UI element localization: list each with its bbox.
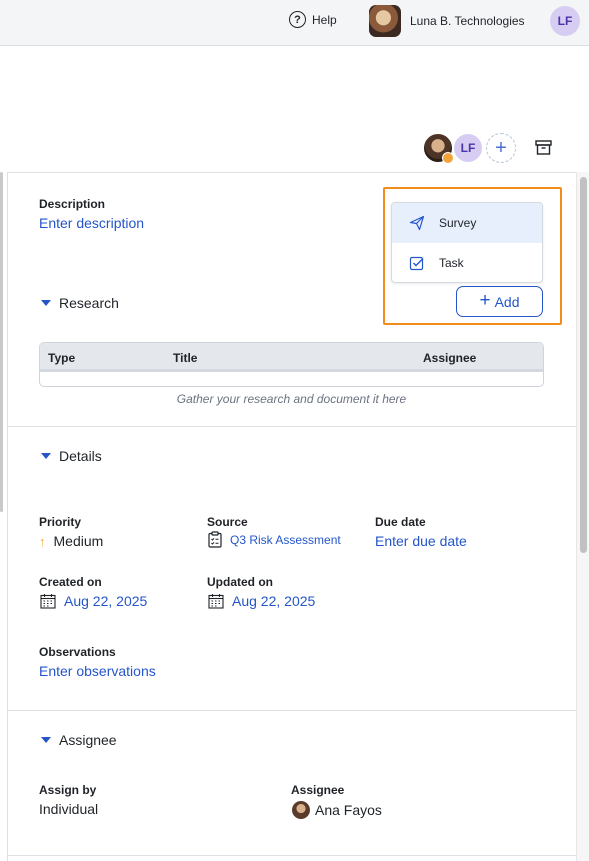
due-date-input[interactable]: Enter due date — [375, 533, 467, 549]
created-on-label: Created on — [39, 575, 102, 589]
add-item-menu: Survey Task — [391, 202, 543, 283]
observations-label: Observations — [39, 645, 116, 659]
left-gutter — [0, 172, 7, 861]
archive-icon[interactable] — [535, 140, 552, 155]
arrow-up-icon: ↑ — [39, 533, 46, 549]
help-icon: ? — [289, 11, 306, 28]
research-table: Type Title Assignee — [39, 342, 544, 387]
priority-value: Medium — [53, 533, 104, 549]
updated-on-label: Updated on — [207, 575, 273, 589]
description-input[interactable]: Enter description — [39, 215, 144, 231]
org-switcher[interactable]: Luna B. Technologies — [369, 5, 525, 37]
paper-plane-icon — [409, 215, 425, 231]
details-section-toggle[interactable]: Details — [41, 448, 102, 464]
table-header: Type Title Assignee — [40, 343, 543, 372]
collaborator-avatar[interactable] — [422, 132, 454, 164]
column-header-type[interactable]: Type — [48, 351, 75, 365]
priority-select[interactable]: ↑ Medium — [39, 533, 103, 549]
add-button[interactable]: + Add — [456, 286, 543, 317]
section-divider — [7, 855, 576, 856]
updated-on-value: Aug 22, 2025 — [232, 593, 316, 609]
assignee-section-toggle[interactable]: Assignee — [41, 732, 117, 748]
clipboard-icon — [208, 531, 222, 548]
assign-by-select[interactable]: Individual — [39, 801, 98, 817]
research-empty-state: Gather your research and document it her… — [176, 392, 407, 406]
left-scroll-edge — [0, 172, 3, 512]
source-label: Source — [207, 515, 248, 529]
assignee-select[interactable]: Ana Fayos — [292, 801, 382, 819]
add-collaborator-button[interactable]: + — [486, 133, 516, 163]
calendar-icon — [208, 594, 224, 609]
assign-by-value: Individual — [39, 801, 99, 817]
menu-item-label: Survey — [439, 216, 477, 230]
assignee-label: Assignee — [291, 783, 345, 797]
checkbox-icon — [409, 256, 424, 271]
created-on-value: Aug 22, 2025 — [64, 593, 148, 609]
add-button-label: Add — [494, 293, 520, 310]
details-title: Details — [59, 448, 102, 464]
research-title: Research — [59, 295, 119, 311]
user-avatar[interactable]: LF — [550, 6, 580, 36]
assignee-title: Assignee — [59, 732, 117, 748]
chevron-down-icon — [41, 300, 51, 306]
plus-icon: + — [479, 290, 491, 311]
scrollbar[interactable] — [576, 172, 589, 861]
updated-on-date[interactable]: Aug 22, 2025 — [208, 593, 315, 609]
section-divider — [7, 426, 576, 427]
assign-by-label: Assign by — [39, 783, 97, 797]
top-bar: ? Help Luna B. Technologies LF — [0, 0, 589, 46]
owner-badge-icon — [442, 152, 454, 164]
column-header-assignee[interactable]: Assignee — [423, 351, 476, 365]
menu-item-label: Task — [439, 256, 464, 270]
description-label: Description — [39, 197, 106, 211]
help-button[interactable]: ? Help — [289, 11, 337, 28]
created-on-date[interactable]: Aug 22, 2025 — [40, 593, 147, 609]
chevron-down-icon — [41, 453, 51, 459]
scrollbar-thumb[interactable] — [580, 177, 587, 553]
priority-label: Priority — [39, 515, 82, 529]
org-name: Luna B. Technologies — [410, 14, 525, 28]
collaborators: LF + — [422, 132, 516, 164]
assignee-avatar — [292, 801, 310, 819]
help-label: Help — [312, 12, 337, 27]
collaborator-avatar-lf[interactable]: LF — [452, 132, 484, 164]
calendar-icon — [40, 594, 56, 609]
column-header-title[interactable]: Title — [173, 351, 197, 365]
menu-item-task[interactable]: Task — [392, 243, 542, 282]
source-value: Q3 Risk Assessment — [230, 532, 341, 547]
org-avatar — [369, 5, 401, 37]
research-section-toggle[interactable]: Research — [41, 295, 119, 311]
observations-input[interactable]: Enter observations — [39, 663, 156, 679]
menu-item-survey[interactable]: Survey — [392, 203, 542, 243]
chevron-down-icon — [41, 737, 51, 743]
assignee-value: Ana Fayos — [315, 802, 382, 818]
due-date-label: Due date — [375, 515, 426, 529]
section-divider — [7, 710, 576, 711]
source-link[interactable]: Q3 Risk Assessment — [208, 531, 341, 548]
